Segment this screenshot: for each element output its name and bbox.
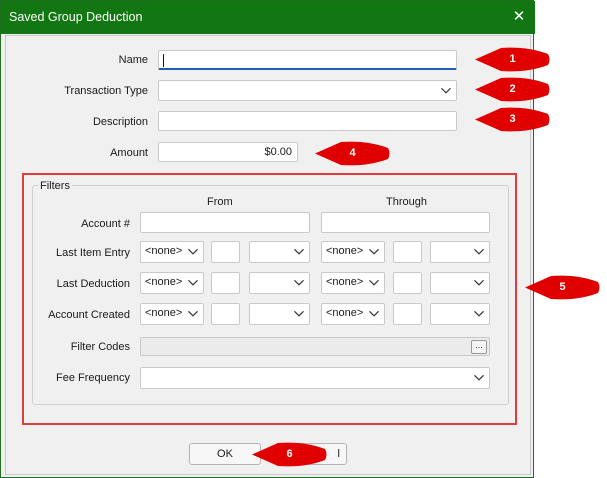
chevron-down-icon xyxy=(369,310,379,317)
chevron-down-icon xyxy=(474,279,484,286)
chevron-down-icon xyxy=(474,248,484,255)
chevron-down-icon xyxy=(369,279,379,286)
chevron-down-icon xyxy=(188,310,198,317)
none-option: <none> xyxy=(326,276,364,288)
filter-codes-label: Filter Codes xyxy=(70,341,130,353)
callout-arrow-4: 4 xyxy=(315,140,390,167)
chevron-down-icon xyxy=(294,279,304,286)
filters-title: Filters xyxy=(38,180,72,192)
transaction-type-label: Transaction Type xyxy=(64,85,148,97)
last-item-entry-through-mode-select[interactable]: <none> xyxy=(321,241,385,263)
account-from-input[interactable] xyxy=(140,212,310,233)
none-option: <none> xyxy=(326,307,364,319)
callout-number: 5 xyxy=(559,281,566,293)
amount-value: $0.00 xyxy=(264,146,292,158)
last-item-entry-from-number-input[interactable] xyxy=(211,241,240,263)
through-header: Through xyxy=(386,196,427,208)
name-label: Name xyxy=(118,54,148,66)
chevron-down-icon xyxy=(474,310,484,317)
description-input[interactable] xyxy=(158,111,457,131)
account-created-from-unit-select[interactable] xyxy=(249,303,310,325)
chevron-down-icon xyxy=(474,374,484,381)
filter-codes-field: ... xyxy=(140,337,490,356)
account-created-label: Account Created xyxy=(48,309,130,321)
none-option: <none> xyxy=(145,307,183,319)
none-option: <none> xyxy=(145,276,183,288)
callout-arrow-3: 3 xyxy=(475,106,550,133)
account-created-through-mode-select[interactable]: <none> xyxy=(321,303,385,325)
account-through-input[interactable] xyxy=(321,212,490,233)
last-deduction-through-unit-select[interactable] xyxy=(430,272,490,294)
callout-number: 4 xyxy=(349,147,356,159)
last-deduction-from-unit-select[interactable] xyxy=(249,272,310,294)
last-item-entry-from-mode-select[interactable]: <none> xyxy=(140,241,204,263)
last-deduction-from-mode-select[interactable]: <none> xyxy=(140,272,204,294)
callout-number: 3 xyxy=(509,113,516,125)
name-input[interactable] xyxy=(158,50,457,70)
chevron-down-icon xyxy=(441,87,451,94)
browse-ellipsis-button[interactable]: ... xyxy=(471,340,487,354)
callout-arrow-2: 2 xyxy=(475,76,550,103)
chevron-down-icon xyxy=(294,248,304,255)
account-created-through-number-input[interactable] xyxy=(393,303,422,325)
last-deduction-from-number-input[interactable] xyxy=(211,272,240,294)
chevron-down-icon xyxy=(188,279,198,286)
title-bar[interactable]: Saved Group Deduction ✕ xyxy=(1,1,535,34)
amount-input[interactable]: $0.00 xyxy=(158,142,298,162)
callout-arrow-1: 1 xyxy=(475,46,550,73)
transaction-type-select[interactable] xyxy=(158,80,457,101)
last-item-entry-label: Last Item Entry xyxy=(56,247,130,259)
amount-label: Amount xyxy=(110,147,148,159)
chevron-down-icon xyxy=(294,310,304,317)
none-option: <none> xyxy=(326,245,364,257)
chevron-down-icon xyxy=(188,248,198,255)
account-number-label: Account # xyxy=(81,218,130,230)
account-created-from-number-input[interactable] xyxy=(211,303,240,325)
fee-frequency-select[interactable] xyxy=(140,367,490,389)
callout-arrow-6: 6 xyxy=(252,441,327,468)
dialog-title: Saved Group Deduction xyxy=(9,10,143,24)
callout-number: 2 xyxy=(509,83,516,95)
callout-arrow-5: 5 xyxy=(525,274,600,301)
callout-number: 6 xyxy=(286,448,293,460)
last-deduction-label: Last Deduction xyxy=(56,278,130,290)
text-caret xyxy=(163,54,164,67)
close-icon[interactable]: ✕ xyxy=(509,8,529,28)
ok-button[interactable]: OK xyxy=(189,443,261,465)
none-option: <none> xyxy=(145,245,183,257)
account-created-through-unit-select[interactable] xyxy=(430,303,490,325)
fee-frequency-label: Fee Frequency xyxy=(56,372,130,384)
from-header: From xyxy=(207,196,233,208)
last-item-entry-through-number-input[interactable] xyxy=(393,241,422,263)
last-item-entry-from-unit-select[interactable] xyxy=(249,241,310,263)
last-deduction-through-mode-select[interactable]: <none> xyxy=(321,272,385,294)
account-created-from-mode-select[interactable]: <none> xyxy=(140,303,204,325)
chevron-down-icon xyxy=(369,248,379,255)
description-label: Description xyxy=(92,116,148,128)
last-item-entry-through-unit-select[interactable] xyxy=(430,241,490,263)
last-deduction-through-number-input[interactable] xyxy=(393,272,422,294)
callout-number: 1 xyxy=(509,53,516,65)
